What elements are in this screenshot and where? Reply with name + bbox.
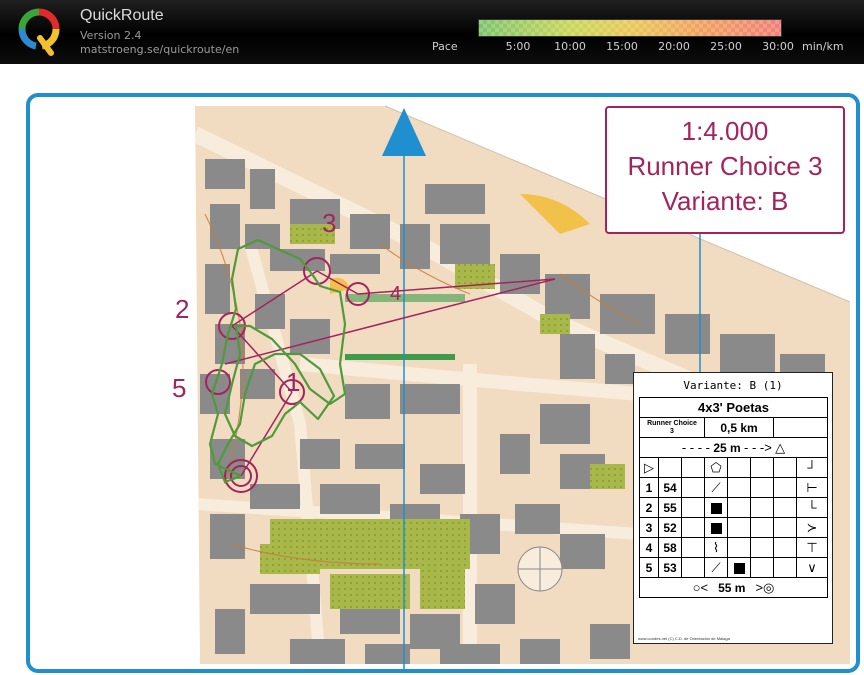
pace-label: Pace: [432, 40, 458, 53]
description-row: 4 58 ⌇ ⊤: [639, 537, 828, 558]
control-number: 4: [390, 283, 401, 305]
stairs-icon: ⌇: [712, 539, 720, 555]
description-row: 5 53 ⟋ ∨: [639, 557, 828, 578]
course-name: Runner Choice: [647, 419, 697, 427]
app-url: matstroeng.se/quickroute/en: [80, 43, 240, 56]
control-number: 3: [322, 208, 336, 238]
pentagon-icon: ⬠: [710, 459, 722, 475]
corner-icon: ┘: [807, 460, 817, 475]
map-scale: 1:4.000: [681, 116, 769, 146]
quickroute-logo-icon: [18, 8, 60, 56]
description-row: 3 52 ≻: [639, 517, 828, 538]
pace-unit: min/km: [802, 40, 844, 53]
map-variant: Variante: B: [661, 186, 789, 216]
start-route-row: - - - - 25 m - - -> △: [639, 437, 828, 458]
pace-color-scale: [478, 19, 782, 37]
building-icon: [710, 502, 722, 514]
map-course-name: Runner Choice 3: [627, 151, 823, 181]
pace-tick: 20:00: [658, 40, 690, 53]
end-icon: ⊤: [806, 539, 818, 555]
control-code: 52: [658, 517, 682, 538]
control-seq: 4: [639, 537, 659, 558]
chevron-down-icon: ∨: [807, 559, 817, 575]
building-icon: [733, 562, 745, 574]
description-table: 4x3' Poetas Runner Choice 3 0,5 km - - -…: [639, 397, 828, 598]
control-seq: 2: [639, 497, 659, 518]
control-code: 54: [658, 477, 682, 498]
control-number: 2: [175, 294, 189, 324]
description-row: 1 54 ⟋ ⊢: [639, 477, 828, 498]
description-footer: www.condes.net (C) C.D. de Orientación d…: [638, 636, 730, 641]
finish-route-row: ○< 55 m >◎: [639, 577, 828, 598]
app-version: Version 2.4: [80, 29, 142, 42]
pace-tick: 5:00: [505, 40, 531, 53]
finish-distance: 55 m: [718, 580, 746, 595]
map-title-box: 1:4.000 Runner Choice 3 Variante: B: [605, 106, 845, 234]
control-seq: 5: [639, 557, 659, 578]
finish-circle-icon: ○<: [692, 579, 709, 595]
dashed-arrow-icon: - - - -: [681, 439, 710, 455]
wall-icon: ⟋: [711, 559, 721, 575]
control-code: 55: [658, 497, 682, 518]
control-seq: 1: [639, 477, 659, 498]
control-number: 1: [286, 367, 300, 397]
control-description-sheet: Variante: B (1) 4x3' Poetas Runner Choic…: [633, 372, 833, 644]
corner-icon: ≻: [806, 519, 818, 535]
description-row: 2 55 └: [639, 497, 828, 518]
app-header: QuickRoute Version 2.4 matstroeng.se/qui…: [0, 0, 864, 64]
pace-tick: 10:00: [554, 40, 586, 53]
pace-tick: 30:00: [762, 40, 794, 53]
description-variant: Variante: B (1): [683, 379, 783, 392]
side-icon: ⊢: [806, 479, 818, 495]
start-distance: 25 m: [713, 440, 741, 455]
dashed-arrow-icon: - - ->: [744, 439, 772, 455]
control-seq: 3: [639, 517, 659, 538]
building-icon: [710, 522, 722, 534]
course-length: 0,5 km: [704, 417, 774, 438]
course-number: 3: [670, 427, 674, 435]
app-name: QuickRoute: [80, 7, 164, 24]
orienteering-map[interactable]: 1 2 3 4 5 1:4.000 Runner Choice 3 Varian…: [0, 64, 864, 675]
pace-tick: 25:00: [710, 40, 742, 53]
control-code: 58: [658, 537, 682, 558]
event-name: 4x3' Poetas: [639, 397, 828, 418]
control-number: 5: [172, 373, 186, 403]
course-cell: Runner Choice 3: [639, 417, 705, 438]
finish-double-circle-icon: >◎: [755, 579, 775, 595]
start-triangle-icon: ▷: [644, 459, 654, 475]
wall-icon: ⟋: [711, 479, 721, 495]
corner-icon: └: [807, 500, 817, 515]
triangle-icon: △: [775, 439, 786, 455]
pace-tick: 15:00: [606, 40, 638, 53]
control-code: 53: [658, 557, 682, 578]
